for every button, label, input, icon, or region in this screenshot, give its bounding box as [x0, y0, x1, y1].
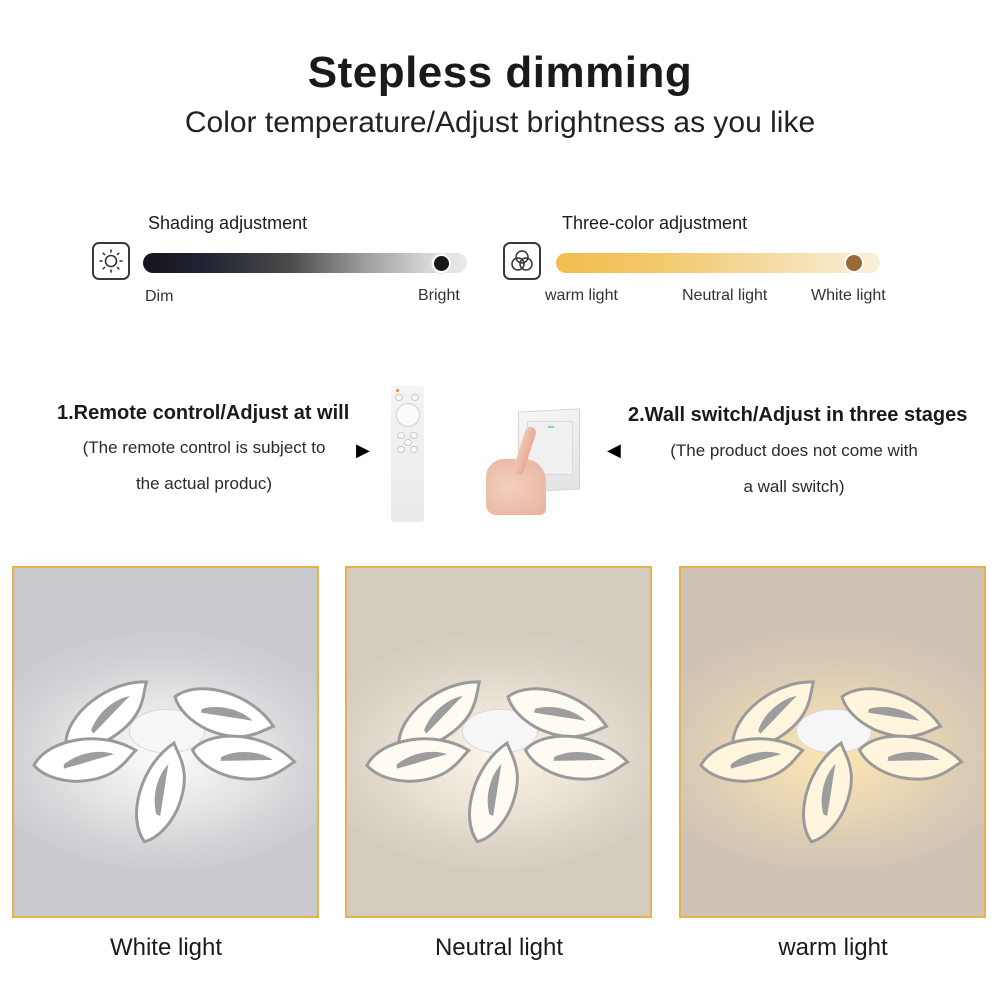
shading-max-label: Bright — [418, 287, 460, 304]
photo-white-light — [12, 566, 319, 918]
remote-note-line-2: the actual produc) — [135, 474, 273, 493]
remote-note-line-1: (The remote control is subject to — [82, 438, 326, 457]
shading-label: Shading adjustment — [148, 213, 308, 233]
remote-button — [397, 432, 405, 439]
remote-button — [410, 432, 418, 439]
shading-slider-knob[interactable] — [431, 254, 451, 273]
photo-neutral-light — [345, 566, 652, 918]
page-title: Stepless dimming — [307, 48, 693, 97]
color-temp-slider-track[interactable] — [556, 253, 880, 273]
page-subtitle: Color temperature/Adjust brightness as y… — [184, 106, 816, 139]
three-circles-color-icon — [503, 242, 541, 280]
remote-control-note: (The remote control is subject to the ac… — [50, 430, 358, 502]
color-temp-slider-knob[interactable] — [844, 253, 865, 273]
lamp-illustration — [681, 568, 984, 916]
remote-button — [397, 446, 405, 453]
shading-min-label: Dim — [145, 288, 174, 305]
caption-neutral-light: Neutral light — [434, 934, 564, 961]
remote-button — [410, 446, 418, 453]
three-color-label: Three-color adjustment — [562, 213, 748, 233]
remote-led — [396, 389, 399, 392]
lamp-illustration — [14, 568, 317, 916]
remote-on-button — [395, 394, 403, 401]
wall-switch-note: (The product does not come with a wall s… — [640, 433, 948, 505]
photo-warm-light — [679, 566, 986, 918]
color-stop-neutral: Neutral light — [682, 287, 768, 304]
remote-control-image — [391, 386, 424, 522]
remote-button — [404, 439, 412, 446]
color-stop-warm: warm light — [545, 287, 618, 304]
wall-switch-title: 2.Wall switch/Adjust in three stages — [628, 404, 968, 426]
arrow-left-icon: ◀ — [607, 440, 621, 460]
arrow-right-icon: ▶ — [356, 440, 370, 460]
shading-slider-track[interactable] — [143, 253, 467, 273]
caption-warm-light: warm light — [778, 934, 888, 961]
wall-note-line-2: a wall switch) — [743, 477, 845, 496]
wall-note-line-1: (The product does not come with — [670, 441, 918, 460]
remote-control-title: 1.Remote control/Adjust at will — [57, 402, 350, 424]
color-stop-white: White light — [811, 287, 886, 304]
wall-switch-image — [484, 401, 584, 515]
caption-white-light: White light — [109, 934, 223, 961]
remote-off-button — [411, 394, 419, 401]
lamp-illustration — [347, 568, 650, 916]
remote-dpad — [396, 403, 420, 427]
sun-brightness-icon — [92, 242, 130, 280]
